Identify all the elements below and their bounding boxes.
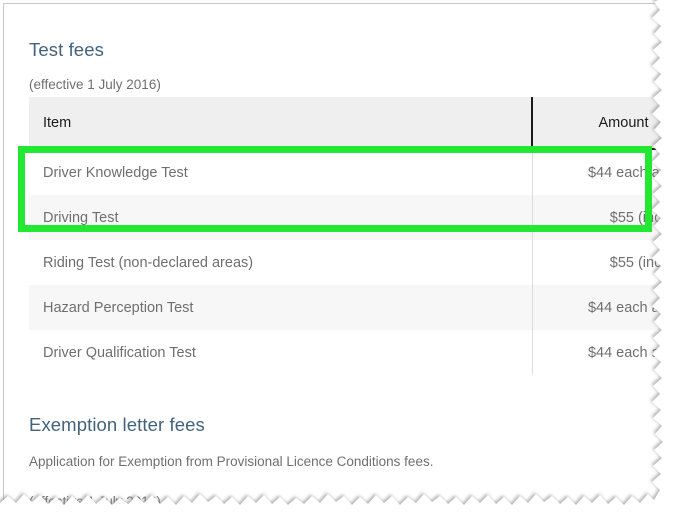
test-fees-table: Item Amount Driver Knowledge Test $44 ea… bbox=[29, 97, 673, 375]
table-row: Driver Knowledge Test $44 each attempt bbox=[29, 149, 673, 195]
exemption-description: Application for Exemption from Provision… bbox=[29, 454, 433, 469]
table-row: Riding Test (non-declared areas) $55 (in… bbox=[29, 240, 673, 285]
table-row: Driving Test $55 (inc GST) bbox=[29, 195, 673, 240]
table-row: Hazard Perception Test $44 each attempt bbox=[29, 285, 673, 330]
effective-date-test-fees: (effective 1 July 2016) bbox=[29, 77, 161, 92]
cell-item: Hazard Perception Test bbox=[29, 285, 532, 330]
table-head: Item Amount bbox=[29, 97, 673, 149]
section-title-test-fees: Test fees bbox=[29, 39, 104, 61]
section-title-exemption-letter-fees: Exemption letter fees bbox=[29, 414, 205, 436]
torn-paper-page: Test fees (effective 1 July 2016) Item A… bbox=[0, 0, 685, 521]
cell-item: Driver Qualification Test bbox=[29, 330, 532, 375]
cell-amount: $44 each attempt bbox=[532, 285, 673, 330]
column-header-amount: Amount bbox=[532, 97, 673, 149]
effective-date-exemption: (effective 1 July 2016) bbox=[29, 494, 161, 509]
cell-amount: $55 (inc GST) bbox=[532, 195, 673, 240]
cell-item: Driver Knowledge Test bbox=[29, 149, 532, 195]
cell-amount: $44 each attempt bbox=[532, 330, 673, 375]
column-header-item: Item bbox=[29, 97, 532, 149]
table-row: Driver Qualification Test $44 each attem… bbox=[29, 330, 673, 375]
cell-amount: $44 each attempt bbox=[532, 149, 673, 195]
table-header-row: Item Amount bbox=[29, 97, 673, 149]
cell-amount: $55 (inc GST) bbox=[532, 240, 673, 285]
cell-item: Riding Test (non-declared areas) bbox=[29, 240, 532, 285]
table-body: Driver Knowledge Test $44 each attempt D… bbox=[29, 149, 673, 375]
document-sheet: Test fees (effective 1 July 2016) Item A… bbox=[3, 3, 673, 508]
cell-item: Driving Test bbox=[29, 195, 532, 240]
